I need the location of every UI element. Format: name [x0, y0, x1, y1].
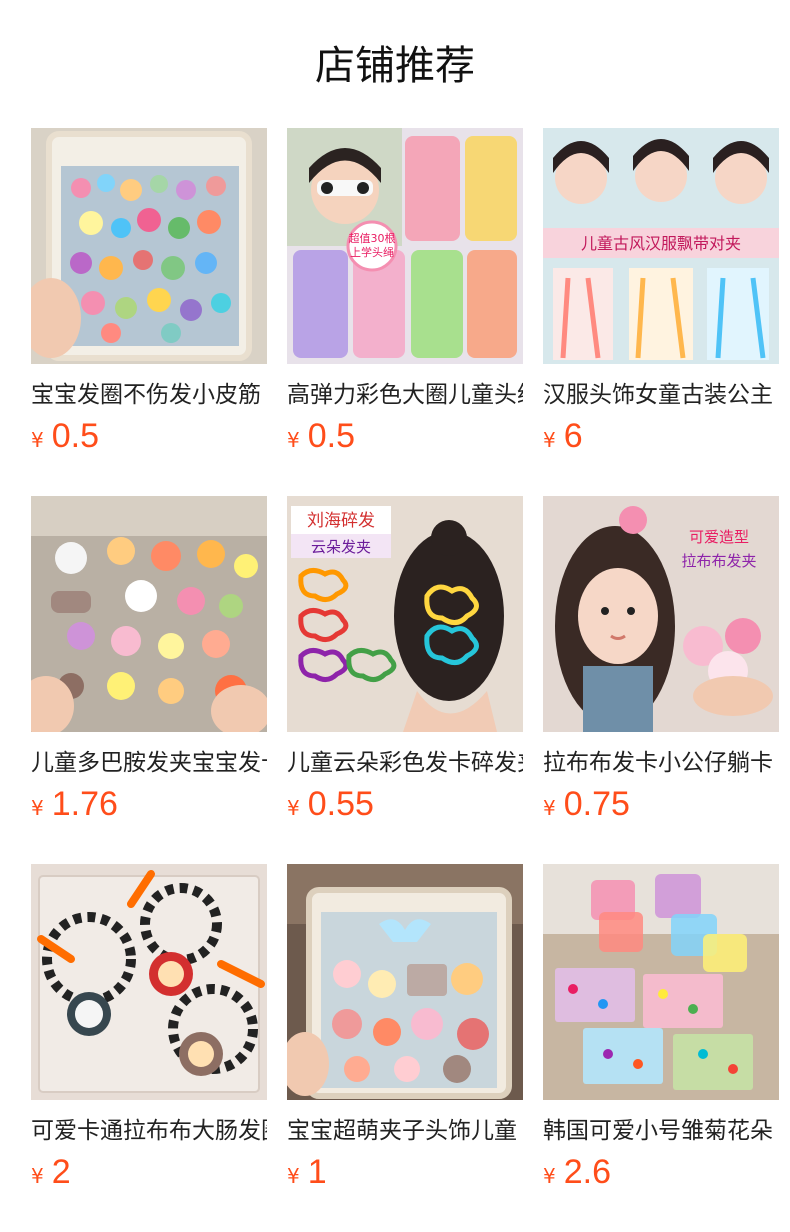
product-card[interactable]: 超值30根 上学头绳 高弹力彩色大圈儿童头绳 ¥0.5: [287, 128, 523, 468]
product-card[interactable]: 可爱造型 拉布布发夹 拉布布发卡小公仔躺卡 ¥0.75: [543, 496, 779, 836]
currency-symbol: ¥: [31, 428, 44, 452]
page-title: 店铺推荐: [315, 43, 475, 89]
product-price: ¥0.55: [287, 782, 374, 826]
product-card[interactable]: 宝宝发圈不伤发小皮筋 ¥0.5: [31, 128, 267, 468]
product-card[interactable]: 儿童多巴胺发夹宝宝发卡 ¥1.76: [31, 496, 267, 836]
product-card[interactable]: 宝宝超萌夹子头饰儿童 ¥1: [287, 864, 523, 1204]
currency-symbol: ¥: [543, 428, 556, 452]
product-image[interactable]: [543, 864, 779, 1100]
overlay-text: 刘海碎发: [307, 511, 375, 531]
overlay-text: 上学头绳: [350, 245, 394, 259]
overlay-text: 可爱造型: [689, 528, 749, 546]
product-card[interactable]: 刘海碎发 云朵发夹 儿童云朵彩色发卡碎发夹 ¥0.55: [287, 496, 523, 836]
product-card[interactable]: 可爱卡通拉布布大肠发圈 ¥2: [31, 864, 267, 1204]
product-image[interactable]: 可爱造型 拉布布发夹: [543, 496, 779, 732]
product-price: ¥0.75: [543, 782, 630, 826]
price-amount: 0.5: [307, 417, 355, 455]
price-amount: 0.5: [51, 417, 99, 455]
product-card[interactable]: 儿童古风汉服飘带对夹 汉服头饰女童古装公主 ¥6: [543, 128, 779, 468]
product-image[interactable]: [31, 496, 267, 732]
price-amount: 0.75: [563, 785, 630, 823]
currency-symbol: ¥: [287, 796, 300, 820]
product-image[interactable]: [31, 864, 267, 1100]
price-amount: 0.55: [307, 785, 374, 823]
product-price: ¥2.6: [543, 1150, 611, 1194]
price-amount: 1.76: [51, 785, 118, 823]
product-name[interactable]: 儿童云朵彩色发卡碎发夹: [287, 747, 523, 779]
product-price: ¥1.76: [31, 782, 118, 826]
currency-symbol: ¥: [287, 1164, 300, 1188]
product-price: ¥1: [287, 1150, 327, 1194]
price-amount: 6: [563, 417, 583, 455]
currency-symbol: ¥: [31, 796, 44, 820]
product-image[interactable]: 儿童古风汉服飘带对夹: [543, 128, 779, 364]
product-price: ¥0.5: [287, 414, 355, 458]
product-name[interactable]: 韩国可爱小号雏菊花朵: [543, 1115, 779, 1147]
product-name[interactable]: 拉布布发卡小公仔躺卡: [543, 747, 779, 779]
product-image[interactable]: [287, 864, 523, 1100]
product-name[interactable]: 宝宝发圈不伤发小皮筋: [31, 379, 267, 411]
product-price: ¥0.5: [31, 414, 99, 458]
overlay-text: 超值30根: [349, 231, 396, 245]
product-name[interactable]: 高弹力彩色大圈儿童头绳: [287, 379, 523, 411]
price-amount: 2: [51, 1153, 71, 1191]
product-image[interactable]: 刘海碎发 云朵发夹: [287, 496, 523, 732]
product-name[interactable]: 宝宝超萌夹子头饰儿童: [287, 1115, 523, 1147]
price-amount: 1: [307, 1153, 327, 1191]
overlay-text: 拉布布发夹: [681, 552, 756, 570]
product-name[interactable]: 可爱卡通拉布布大肠发圈: [31, 1115, 267, 1147]
product-image[interactable]: 超值30根 上学头绳: [287, 128, 523, 364]
currency-symbol: ¥: [543, 1164, 556, 1188]
product-price: ¥2: [31, 1150, 71, 1194]
product-price: ¥6: [543, 414, 583, 458]
product-card[interactable]: 韩国可爱小号雏菊花朵 ¥2.6: [543, 864, 779, 1204]
currency-symbol: ¥: [31, 1164, 44, 1188]
product-name[interactable]: 儿童多巴胺发夹宝宝发卡: [31, 747, 267, 779]
price-amount: 2.6: [563, 1153, 611, 1191]
overlay-text: 云朵发夹: [311, 538, 371, 556]
overlay-text: 儿童古风汉服飘带对夹: [581, 234, 741, 253]
currency-symbol: ¥: [543, 796, 556, 820]
product-image[interactable]: [31, 128, 267, 364]
currency-symbol: ¥: [287, 428, 300, 452]
product-name[interactable]: 汉服头饰女童古装公主: [543, 379, 779, 411]
